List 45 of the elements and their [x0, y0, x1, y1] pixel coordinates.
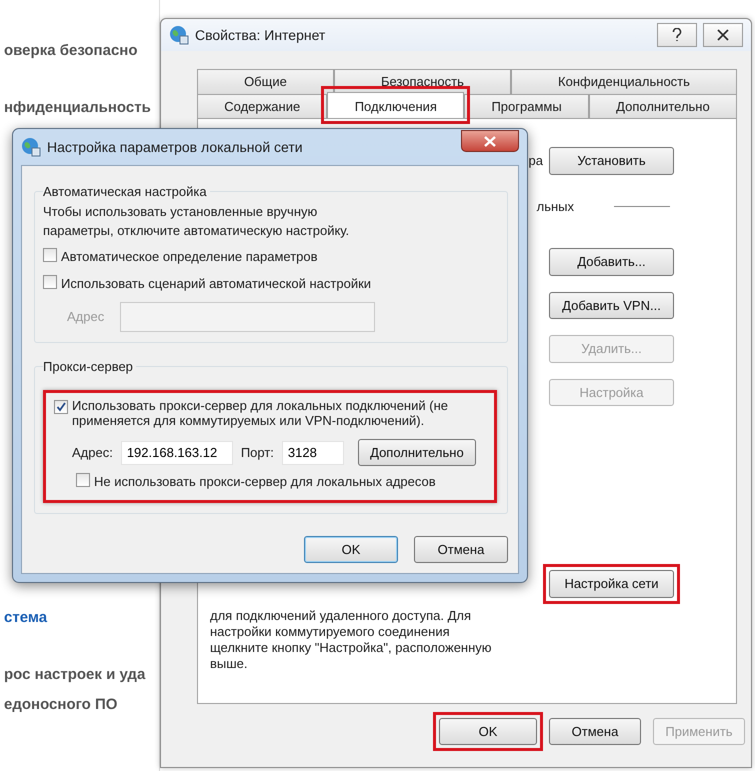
- menu-text: нфиденциальность: [4, 98, 152, 118]
- port-field[interactable]: 3128: [282, 440, 344, 465]
- dialog-button[interactable]: OK: [439, 718, 537, 745]
- dialog-button[interactable]: OK: [304, 536, 398, 563]
- tab[interactable]: Дополнительно: [588, 94, 737, 118]
- cut-text: ра: [528, 152, 543, 170]
- cut-text: льных: [536, 198, 574, 216]
- menu-text: рос настроек и уда: [4, 664, 146, 684]
- description-text: Чтобы использовать установленные вручную параметры, отключите автоматическую настройку.: [43, 202, 350, 240]
- menu-text: оверка безопасно: [4, 41, 139, 61]
- tab[interactable]: Общие: [197, 69, 334, 94]
- dialog-button[interactable]: Отмена: [414, 536, 508, 563]
- connection-button[interactable]: Добавить...: [549, 248, 674, 276]
- advanced-button[interactable]: Дополнительно: [358, 438, 476, 466]
- globe-icon: [21, 137, 41, 157]
- tab[interactable]: Программы: [464, 94, 589, 118]
- dialog-button[interactable]: Отмена: [549, 718, 641, 745]
- group-title: Прокси-сервер: [43, 358, 134, 376]
- tab[interactable]: Содержание: [197, 94, 328, 118]
- menu-text: едоносного ПО: [4, 695, 118, 715]
- install-button[interactable]: Установить: [549, 147, 674, 174]
- field-label: Адрес:: [72, 444, 113, 462]
- close-button[interactable]: [461, 130, 519, 152]
- address-field[interactable]: 192.168.163.12: [120, 440, 233, 465]
- close-icon: [484, 136, 496, 146]
- globe-icon: [169, 25, 189, 45]
- lan-settings-button[interactable]: Настройка сети: [549, 570, 674, 598]
- field-label: Порт:: [240, 444, 274, 462]
- connection-button[interactable]: Добавить VPN...: [549, 292, 674, 319]
- close-icon: [717, 29, 729, 41]
- field-label: Адрес: [67, 308, 104, 326]
- help-icon: [672, 28, 682, 42]
- dialog-title: Настройка параметров локальной сети: [47, 138, 304, 157]
- checkbox[interactable]: Использовать сценарий автоматической настройки: [43, 274, 497, 294]
- link[interactable]: стема: [4, 607, 159, 630]
- instruction-text: для подключений удаленного доступа. Для настройки коммутируемого соединения щелкните кнопку "Настройка", расположенную выше.: [210, 608, 493, 672]
- close-button[interactable]: [703, 23, 743, 47]
- tab[interactable]: Конфиденциальность: [510, 69, 737, 94]
- checkbox[interactable]: Не использовать прокси-сервер для локальных адресов: [76, 472, 486, 492]
- help-button[interactable]: [657, 23, 697, 47]
- check-icon: [56, 402, 66, 412]
- checkbox[interactable]: Автоматическое определение параметров: [43, 246, 497, 266]
- group-title: Автоматическая настройка: [43, 183, 208, 201]
- window-title: Свойства: Интернет: [195, 26, 326, 45]
- checkbox[interactable]: Использовать прокси-сервер для локальных подключений (не применяется для коммутируемых или VPN-подключений).: [54, 399, 486, 429]
